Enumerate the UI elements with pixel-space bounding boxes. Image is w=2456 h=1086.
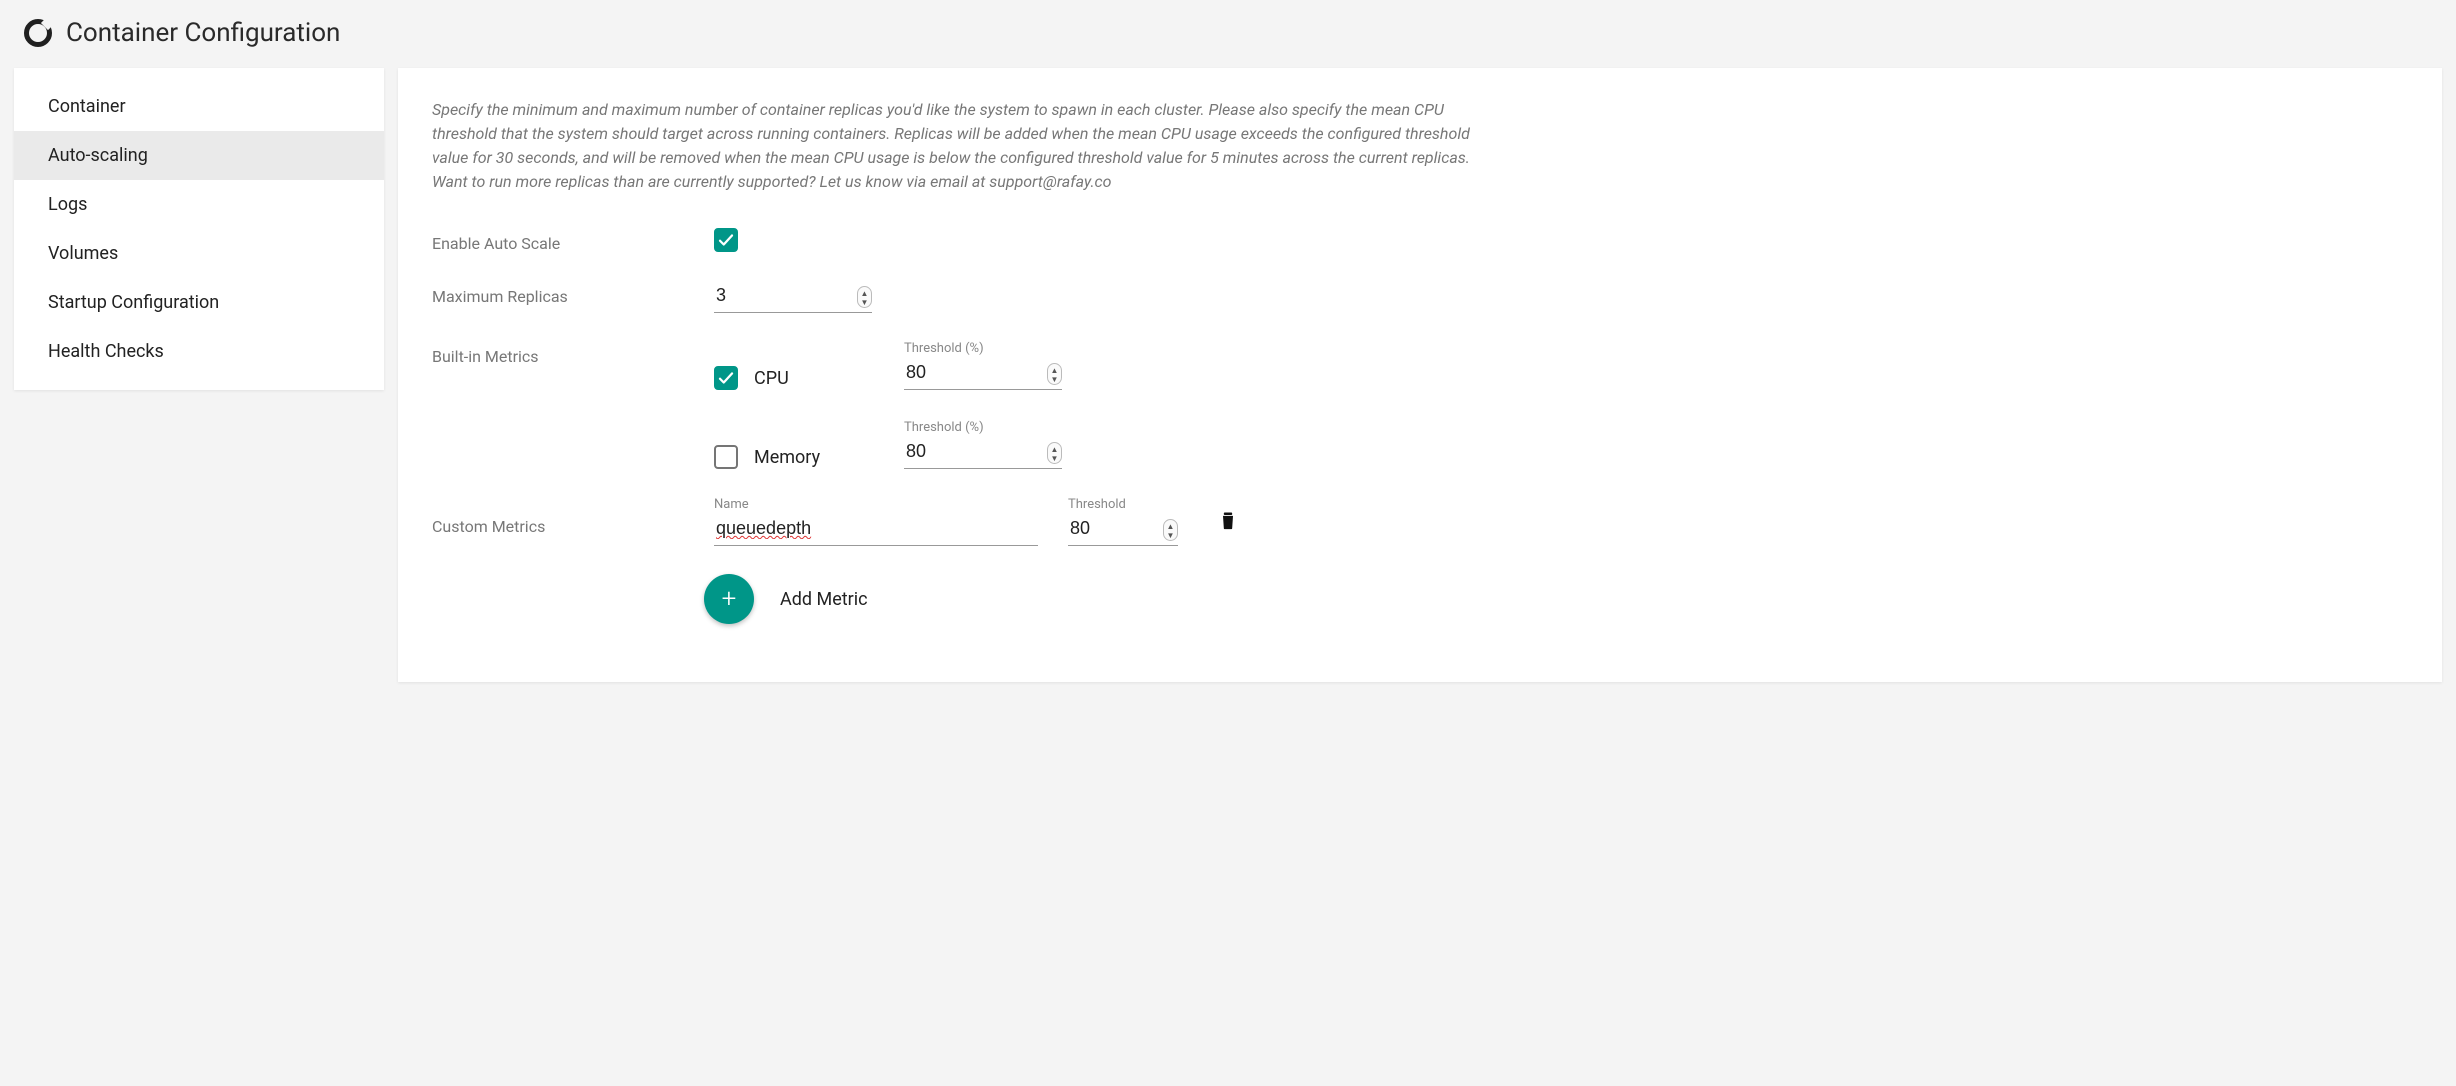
custom-metric-name-input[interactable] — [714, 514, 1038, 546]
custom-threshold-caption: Threshold — [1068, 497, 1178, 512]
max-replicas-stepper[interactable]: ▲▼ — [857, 286, 872, 308]
sidebar-item-label: Startup Configuration — [48, 292, 219, 313]
memory-threshold-input[interactable] — [904, 437, 1062, 469]
max-replicas-label: Maximum Replicas — [432, 281, 714, 306]
sidebar-item-health-checks[interactable]: Health Checks — [14, 327, 384, 376]
builtin-metrics-label: Built-in Metrics — [432, 341, 714, 366]
sidebar-item-label: Auto-scaling — [48, 145, 148, 166]
add-metric-button[interactable]: + — [704, 574, 754, 624]
memory-threshold-caption: Threshold (%) — [904, 420, 1062, 435]
cpu-checkbox[interactable] — [714, 366, 738, 390]
memory-label: Memory — [754, 447, 820, 468]
custom-metrics-label: Custom Metrics — [432, 497, 714, 536]
sidebar-item-auto-scaling[interactable]: Auto-scaling — [14, 131, 384, 180]
memory-checkbox[interactable] — [714, 445, 738, 469]
max-replicas-input[interactable] — [714, 281, 872, 313]
page-title: Container Configuration — [66, 18, 340, 48]
custom-metric-threshold-stepper[interactable]: ▲▼ — [1163, 519, 1178, 541]
enable-auto-scale-checkbox[interactable] — [714, 228, 738, 252]
custom-metric-threshold-input[interactable] — [1068, 514, 1178, 546]
add-metric-label: Add Metric — [780, 589, 868, 610]
sidebar-item-label: Volumes — [48, 243, 118, 264]
cpu-threshold-stepper[interactable]: ▲▼ — [1047, 363, 1062, 385]
cpu-threshold-input[interactable] — [904, 358, 1062, 390]
enable-auto-scale-label: Enable Auto Scale — [432, 228, 714, 253]
sidebar-item-volumes[interactable]: Volumes — [14, 229, 384, 278]
sidebar-item-label: Logs — [48, 194, 87, 215]
sidebar-item-label: Container — [48, 96, 126, 117]
delete-metric-icon[interactable] — [1218, 508, 1238, 532]
memory-threshold-stepper[interactable]: ▲▼ — [1047, 442, 1062, 464]
sidebar-item-container[interactable]: Container — [14, 82, 384, 131]
logo-icon — [24, 19, 52, 47]
sidebar-item-startup-configuration[interactable]: Startup Configuration — [14, 278, 384, 327]
sidebar-item-logs[interactable]: Logs — [14, 180, 384, 229]
cpu-threshold-caption: Threshold (%) — [904, 341, 1062, 356]
section-description: Specify the minimum and maximum number o… — [432, 98, 1492, 194]
content-panel: Specify the minimum and maximum number o… — [398, 68, 2442, 682]
custom-name-caption: Name — [714, 497, 1038, 512]
cpu-label: CPU — [754, 368, 789, 389]
page-header: Container Configuration — [14, 12, 2442, 68]
sidebar: Container Auto-scaling Logs Volumes Star… — [14, 68, 384, 390]
sidebar-item-label: Health Checks — [48, 341, 164, 362]
